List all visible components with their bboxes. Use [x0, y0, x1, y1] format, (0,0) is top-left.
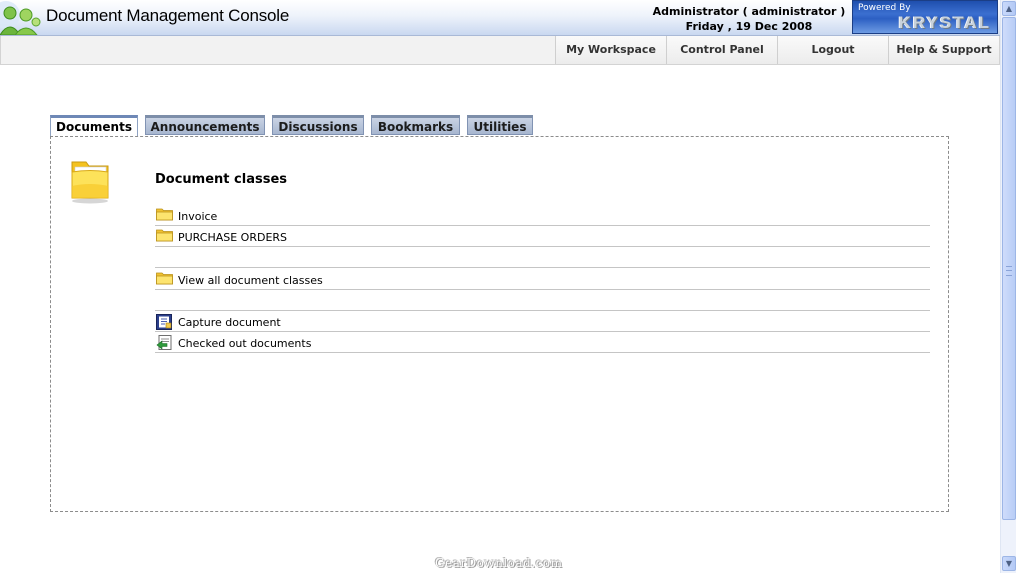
tab-announcements[interactable]: Announcements — [145, 115, 265, 135]
section-title: Document classes — [155, 172, 288, 187]
app-header: Document Management Console Administrato… — [0, 0, 1000, 36]
nav-my-workspace[interactable]: My Workspace — [555, 36, 666, 64]
document-class-label[interactable]: Invoice — [178, 210, 217, 223]
users-logo-icon — [0, 0, 46, 36]
tab-documents[interactable]: Documents — [50, 115, 138, 137]
nav-logout[interactable]: Logout — [777, 36, 888, 64]
top-nav: My Workspace Control Panel Logout Help &… — [0, 36, 1000, 65]
capture-document-icon — [156, 314, 173, 333]
document-class-invoice[interactable]: Invoice — [155, 205, 930, 226]
folder-icon — [156, 208, 173, 224]
folder-icon — [156, 229, 173, 245]
tab-utilities[interactable]: Utilities — [467, 115, 533, 135]
folder-icon — [156, 272, 173, 288]
checked-out-documents-link[interactable]: Checked out documents — [155, 332, 930, 353]
scroll-thumb[interactable] — [1002, 17, 1016, 520]
checked-out-icon — [156, 335, 173, 354]
capture-document-label[interactable]: Capture document — [178, 316, 281, 329]
powered-by-badge: Powered By KRYSTAL — [852, 0, 998, 34]
view-all-document-classes[interactable]: View all document classes — [155, 269, 930, 290]
watermark: GearDownload.com — [435, 556, 563, 570]
user-name: Administrator ( administrator ) — [652, 5, 846, 18]
current-date: Friday , 19 Dec 2008 — [685, 20, 813, 33]
app-title: Document Management Console — [46, 6, 290, 25]
powered-by-label: Powered By — [858, 3, 911, 13]
nav-control-panel[interactable]: Control Panel — [666, 36, 777, 64]
capture-document-link[interactable]: Capture document — [155, 311, 930, 332]
view-all-label[interactable]: View all document classes — [178, 274, 323, 287]
divider — [155, 267, 930, 268]
vertical-scrollbar[interactable]: ▲ ▼ — [1000, 0, 1016, 573]
document-class-label[interactable]: PURCHASE ORDERS — [178, 231, 287, 244]
nav-help-support[interactable]: Help & Support — [888, 36, 999, 64]
large-folder-icon — [70, 158, 112, 208]
scroll-down-icon[interactable]: ▼ — [1002, 556, 1016, 571]
scroll-up-icon[interactable]: ▲ — [1002, 1, 1016, 16]
user-info: Administrator ( administrator ) Friday ,… — [640, 4, 858, 34]
document-class-purchase-orders[interactable]: PURCHASE ORDERS — [155, 226, 930, 247]
checked-out-label[interactable]: Checked out documents — [178, 337, 311, 350]
tab-bookmarks[interactable]: Bookmarks — [371, 115, 460, 135]
brand-logo: KRYSTAL — [898, 13, 991, 32]
tab-discussions[interactable]: Discussions — [272, 115, 364, 135]
scroll-grip-icon — [1006, 266, 1012, 276]
